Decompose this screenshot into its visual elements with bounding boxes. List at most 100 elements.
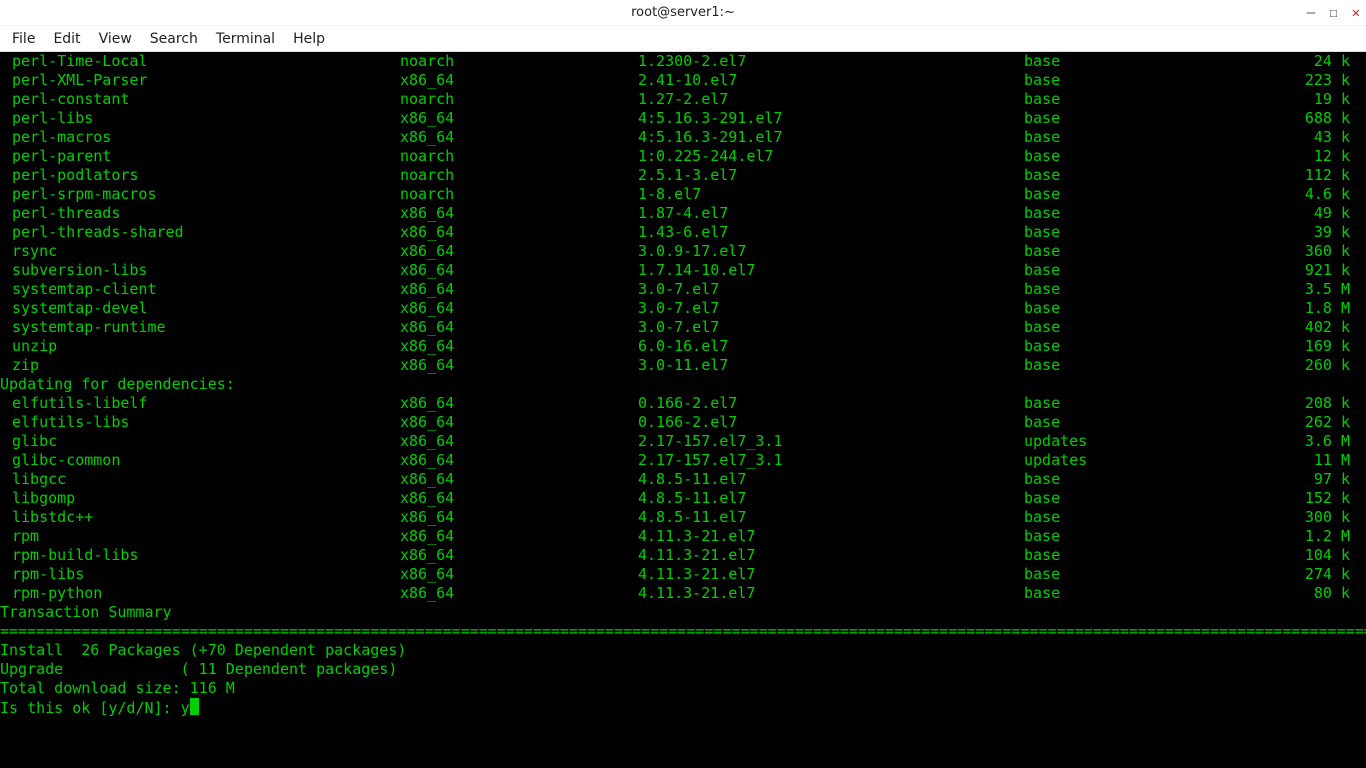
menu-edit[interactable]: Edit (53, 31, 80, 47)
pkg-arch: x86_64 (400, 71, 638, 90)
cursor-icon (190, 698, 199, 715)
package-row: perl-threads-sharedx86_641.43-6.el7base3… (0, 223, 1366, 242)
pkg-name: rpm-libs (0, 565, 400, 584)
pkg-size: 104 k (1256, 546, 1366, 565)
package-row: perl-Time-Localnoarch1.2300-2.el7base24 … (0, 52, 1366, 71)
package-row: rpm-pythonx86_644.11.3-21.el7base80 k (0, 584, 1366, 603)
pkg-size: 921 k (1256, 261, 1366, 280)
pkg-version: 4.8.5-11.el7 (638, 489, 1024, 508)
pkg-version: 4.11.3-21.el7 (638, 565, 1024, 584)
pkg-repo: base (1024, 185, 1256, 204)
pkg-arch: x86_64 (400, 204, 638, 223)
pkg-size: 112 k (1256, 166, 1366, 185)
pkg-repo: base (1024, 546, 1256, 565)
prompt-label: Is this ok [y/d/N]: (0, 699, 181, 717)
confirm-prompt[interactable]: Is this ok [y/d/N]: y (0, 698, 1366, 718)
pkg-size: 1.2 M (1256, 527, 1366, 546)
pkg-size: 360 k (1256, 242, 1366, 261)
pkg-name: rpm (0, 527, 400, 546)
pkg-name: libgcc (0, 470, 400, 489)
package-row: glibc-commonx86_642.17-157.el7_3.1update… (0, 451, 1366, 470)
package-row: libgccx86_644.8.5-11.el7base97 k (0, 470, 1366, 489)
package-row: libstdc++x86_644.8.5-11.el7base300 k (0, 508, 1366, 527)
terminal-output[interactable]: perl-Time-Localnoarch1.2300-2.el7base24 … (0, 52, 1366, 768)
package-row: rpmx86_644.11.3-21.el7base1.2 M (0, 527, 1366, 546)
menu-terminal[interactable]: Terminal (216, 31, 275, 47)
pkg-arch: x86_64 (400, 128, 638, 147)
pkg-name: perl-srpm-macros (0, 185, 400, 204)
pkg-repo: base (1024, 242, 1256, 261)
pkg-version: 4:5.16.3-291.el7 (638, 109, 1024, 128)
pkg-size: 49 k (1256, 204, 1366, 223)
pkg-name: perl-constant (0, 90, 400, 109)
prompt-input[interactable]: y (181, 699, 190, 717)
section-header-update: Updating for dependencies: (0, 375, 1366, 394)
pkg-arch: x86_64 (400, 527, 638, 546)
pkg-size: 11 M (1256, 451, 1366, 470)
pkg-version: 4.8.5-11.el7 (638, 470, 1024, 489)
pkg-repo: base (1024, 280, 1256, 299)
pkg-version: 1.43-6.el7 (638, 223, 1024, 242)
pkg-repo: base (1024, 337, 1256, 356)
pkg-size: 12 k (1256, 147, 1366, 166)
pkg-arch: x86_64 (400, 546, 638, 565)
pkg-version: 4.11.3-21.el7 (638, 584, 1024, 603)
pkg-repo: base (1024, 584, 1256, 603)
pkg-repo: base (1024, 470, 1256, 489)
pkg-arch: x86_64 (400, 451, 638, 470)
package-row: rpm-build-libsx86_644.11.3-21.el7base104… (0, 546, 1366, 565)
pkg-version: 1.87-4.el7 (638, 204, 1024, 223)
pkg-version: 0.166-2.el7 (638, 413, 1024, 432)
menu-file[interactable]: File (12, 31, 35, 47)
pkg-name: systemtap-client (0, 280, 400, 299)
pkg-size: 260 k (1256, 356, 1366, 375)
pkg-size: 274 k (1256, 565, 1366, 584)
pkg-repo: base (1024, 71, 1256, 90)
maximize-icon[interactable]: ☐ (1329, 6, 1337, 20)
pkg-name: zip (0, 356, 400, 375)
package-row: systemtap-clientx86_643.0-7.el7base3.5 M (0, 280, 1366, 299)
package-row: perl-threadsx86_641.87-4.el7base49 k (0, 204, 1366, 223)
window-titlebar: root@server1:~ — ☐ ✕ (0, 0, 1366, 26)
pkg-repo: base (1024, 394, 1256, 413)
pkg-repo: base (1024, 147, 1256, 166)
pkg-name: unzip (0, 337, 400, 356)
menubar: File Edit View Search Terminal Help (0, 26, 1366, 52)
menu-help[interactable]: Help (293, 31, 325, 47)
pkg-name: libgomp (0, 489, 400, 508)
pkg-name: perl-threads (0, 204, 400, 223)
pkg-size: 169 k (1256, 337, 1366, 356)
pkg-version: 3.0-7.el7 (638, 299, 1024, 318)
install-summary-line: Install 26 Packages (+70 Dependent packa… (0, 641, 1366, 660)
pkg-arch: x86_64 (400, 280, 638, 299)
pkg-arch: noarch (400, 185, 638, 204)
pkg-size: 208 k (1256, 394, 1366, 413)
menu-view[interactable]: View (99, 31, 132, 47)
pkg-repo: updates (1024, 451, 1256, 470)
window-controls: — ☐ ✕ (1307, 0, 1360, 26)
upgrade-summary-line: Upgrade ( 11 Dependent packages) (0, 660, 1366, 679)
pkg-arch: x86_64 (400, 508, 638, 527)
pkg-repo: base (1024, 356, 1256, 375)
pkg-version: 1:0.225-244.el7 (638, 147, 1024, 166)
pkg-name: systemtap-devel (0, 299, 400, 318)
pkg-repo: base (1024, 223, 1256, 242)
pkg-name: glibc (0, 432, 400, 451)
pkg-version: 3.0-11.el7 (638, 356, 1024, 375)
pkg-size: 3.6 M (1256, 432, 1366, 451)
pkg-arch: x86_64 (400, 299, 638, 318)
close-icon[interactable]: ✕ (1352, 6, 1360, 20)
package-row: perl-podlatorsnoarch2.5.1-3.el7base112 k (0, 166, 1366, 185)
pkg-size: 262 k (1256, 413, 1366, 432)
pkg-version: 4:5.16.3-291.el7 (638, 128, 1024, 147)
menu-search[interactable]: Search (150, 31, 198, 47)
package-row: glibcx86_642.17-157.el7_3.1updates3.6 M (0, 432, 1366, 451)
pkg-repo: base (1024, 527, 1256, 546)
minimize-icon[interactable]: — (1307, 6, 1315, 20)
pkg-name: libstdc++ (0, 508, 400, 527)
pkg-size: 152 k (1256, 489, 1366, 508)
pkg-size: 223 k (1256, 71, 1366, 90)
pkg-version: 3.0-7.el7 (638, 280, 1024, 299)
pkg-arch: x86_64 (400, 489, 638, 508)
pkg-repo: base (1024, 204, 1256, 223)
